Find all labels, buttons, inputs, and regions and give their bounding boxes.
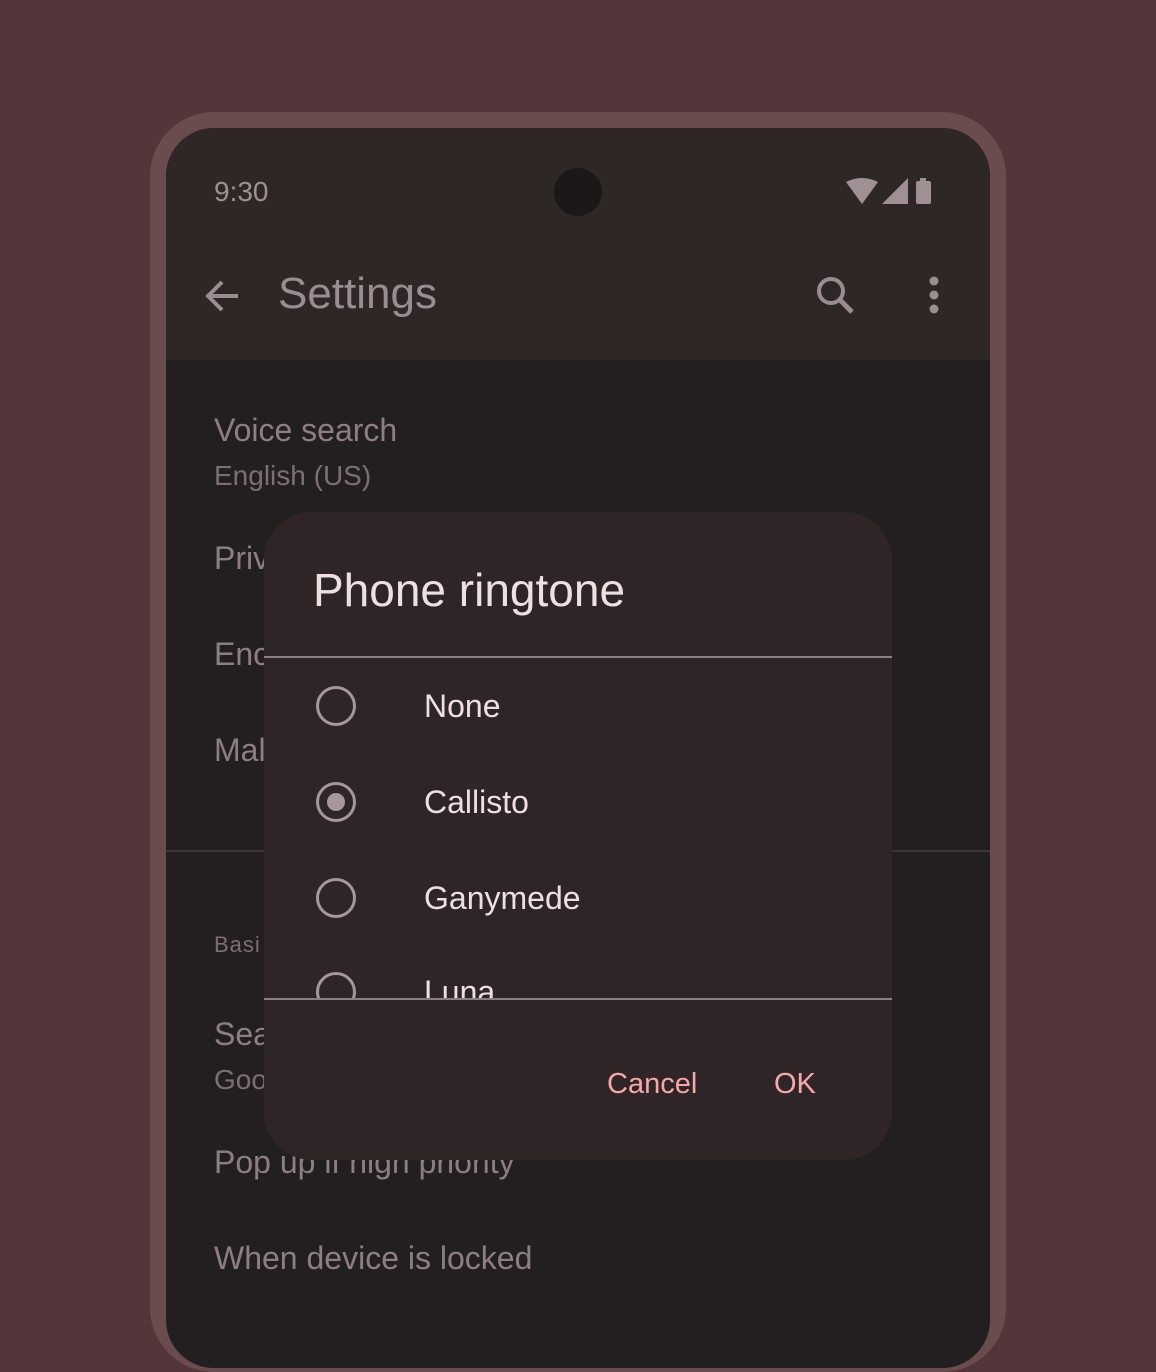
camera-cutout bbox=[554, 168, 602, 216]
pref-category-basic: Basi bbox=[214, 932, 261, 957]
option-label: None bbox=[424, 688, 501, 724]
option-label: Ganymede bbox=[424, 880, 581, 916]
back-arrow-icon[interactable] bbox=[202, 276, 242, 321]
radio-button-unchecked[interactable] bbox=[316, 878, 356, 918]
option-label: Luna bbox=[424, 974, 496, 998]
ringtone-option-luna[interactable]: Luna bbox=[264, 944, 892, 998]
ringtone-options-list[interactable]: None Callisto Ganymede Luna bbox=[264, 658, 892, 998]
pref-voice-search-title[interactable]: Voice search bbox=[214, 412, 397, 449]
cancel-button[interactable]: Cancel bbox=[591, 1052, 713, 1116]
pref-privacy-title[interactable]: Priv bbox=[214, 540, 269, 577]
dialog-bottom-divider bbox=[264, 998, 892, 1000]
option-label: Callisto bbox=[424, 784, 529, 820]
pref-encryption-title[interactable]: Enc bbox=[214, 636, 269, 673]
status-icons bbox=[846, 178, 942, 206]
dialog-actions: Cancel OK bbox=[264, 1052, 892, 1116]
ok-button[interactable]: OK bbox=[758, 1052, 832, 1116]
page-title: Settings bbox=[278, 269, 437, 318]
wifi-icon bbox=[846, 178, 878, 204]
pref-mal-title[interactable]: Mal bbox=[214, 732, 266, 769]
radio-button-checked[interactable] bbox=[316, 782, 356, 822]
radio-button-unchecked[interactable] bbox=[316, 686, 356, 726]
pref-search-summary: Goo bbox=[214, 1064, 267, 1095]
status-bar: 9:30 bbox=[166, 128, 990, 256]
ringtone-dialog: Phone ringtone None Callisto Ganymede Lu… bbox=[264, 512, 892, 1160]
status-time: 9:30 bbox=[214, 176, 269, 207]
search-icon[interactable] bbox=[814, 274, 858, 323]
cellular-signal-icon bbox=[882, 178, 908, 204]
ringtone-option-ganymede[interactable]: Ganymede bbox=[264, 850, 892, 946]
battery-icon bbox=[916, 178, 931, 204]
ringtone-option-callisto[interactable]: Callisto bbox=[264, 754, 892, 850]
ringtone-option-none[interactable]: None bbox=[264, 658, 892, 754]
dialog-title: Phone ringtone bbox=[313, 564, 626, 616]
more-vertical-icon[interactable] bbox=[918, 274, 950, 323]
radio-button-unchecked[interactable] bbox=[316, 972, 356, 998]
pref-voice-search-summary: English (US) bbox=[214, 460, 372, 491]
pref-search-title[interactable]: Sea bbox=[214, 1016, 271, 1053]
pref-locked-title[interactable]: When device is locked bbox=[214, 1240, 532, 1277]
